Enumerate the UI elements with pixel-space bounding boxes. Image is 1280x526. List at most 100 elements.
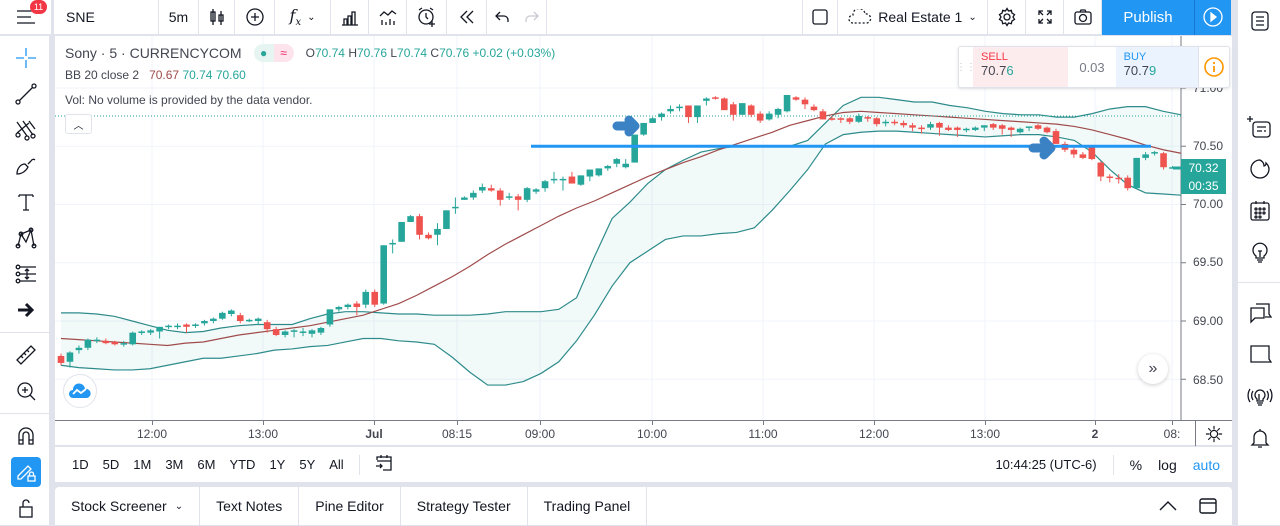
range-button-all[interactable]: All (322, 457, 350, 472)
layout-name-button[interactable]: Real Estate 1 ⌄ (838, 0, 988, 35)
scroll-to-realtime-button[interactable]: » (1138, 354, 1168, 384)
auto-scale-toggle[interactable]: auto (1193, 457, 1220, 473)
financials-button[interactable] (331, 0, 369, 35)
buy-button[interactable]: BUY 70.79 (1115, 47, 1198, 87)
ruler-tool[interactable] (0, 337, 52, 373)
notifications-button[interactable] (1238, 417, 1280, 459)
trend-line-tool[interactable] (0, 76, 52, 112)
chevron-up-icon[interactable] (1158, 500, 1178, 512)
prediction-tool[interactable] (0, 256, 52, 292)
arrow-tool[interactable] (0, 292, 52, 328)
range-button-ytd[interactable]: YTD (222, 457, 262, 472)
text-tool[interactable] (0, 184, 52, 220)
templates-button[interactable] (369, 0, 407, 35)
play-circle-icon (1203, 7, 1223, 27)
tab-strategy-tester[interactable]: Strategy Tester (401, 487, 528, 525)
select-layout-button[interactable] (802, 0, 838, 35)
notification-badge: 11 (30, 0, 47, 14)
candle-body (640, 122, 647, 135)
candle-body (801, 99, 809, 105)
range-button-1y[interactable]: 1Y (262, 457, 292, 472)
range-button-6m[interactable]: 6M (190, 457, 222, 472)
streams-button[interactable] (1238, 375, 1280, 417)
range-button-3m[interactable]: 3M (158, 457, 190, 472)
candle-body (165, 325, 172, 328)
brush-tool[interactable] (0, 148, 52, 184)
hotlists-button[interactable] (1238, 148, 1280, 190)
replay-button[interactable] (447, 0, 487, 35)
buy-label: BUY (1123, 51, 1147, 63)
sell-label: SELL (981, 51, 1008, 63)
collapse-legend-button[interactable]: ︿ (65, 114, 92, 134)
chart-type-button[interactable] (199, 0, 235, 35)
chats-button[interactable] (1238, 291, 1280, 333)
tab-trading-panel[interactable]: Trading Panel (528, 487, 648, 525)
sell-button[interactable]: SELL 70.76 (973, 47, 1069, 87)
gear-icon (1205, 425, 1223, 442)
time-axis[interactable]: 12:00 13:00 Jul 08:15 09:00 10:00 11:00 12:00 13… (55, 420, 1232, 446)
range-button-5y[interactable]: 5Y (292, 457, 322, 472)
news-button[interactable] (1238, 106, 1280, 148)
zoom-tool[interactable] (0, 373, 52, 409)
candle-body (1007, 127, 1015, 130)
candle-body (308, 330, 316, 334)
candle-body (389, 242, 396, 245)
candle-body (846, 118, 854, 122)
goto-date-button[interactable] (368, 454, 400, 475)
magnet-tool[interactable] (0, 418, 52, 454)
fullscreen-button[interactable] (1026, 0, 1064, 35)
crosshair-tool[interactable] (0, 40, 52, 76)
arrow-annotation (612, 115, 640, 137)
candle-body (335, 307, 343, 310)
tab-pine-editor[interactable]: Pine Editor (299, 487, 401, 525)
chart-pane[interactable]: Sony · 5 · CURRENCYCOM ● ≈ O70.74 H70.76… (55, 36, 1232, 445)
settings-button[interactable] (988, 0, 1026, 35)
range-button-5d[interactable]: 5D (96, 457, 127, 472)
candle-body (891, 121, 898, 124)
private-chats-button[interactable] (1238, 333, 1280, 375)
candle-body (667, 108, 674, 112)
candle-body (1052, 131, 1060, 144)
drag-handle[interactable]: ⋮⋮ (956, 47, 976, 87)
lock-drawings-tool[interactable] (0, 454, 52, 490)
percent-scale-toggle[interactable]: % (1130, 457, 1142, 473)
lock-drawings-active (11, 457, 41, 487)
main-menu-button[interactable]: 11 (0, 0, 54, 35)
calendar-button[interactable] (1238, 190, 1280, 232)
candle-body (299, 331, 307, 333)
volume-legend: Vol: No volume is provided by the data v… (65, 93, 313, 107)
time-tick-label: 08: (1163, 427, 1181, 441)
range-button-1d[interactable]: 1D (65, 457, 96, 472)
symbol-search[interactable]: SNE (54, 0, 159, 35)
tradingview-logo-button[interactable] (63, 374, 97, 408)
candle-body (729, 104, 737, 115)
redo-button[interactable] (517, 0, 547, 35)
news-icon (1246, 116, 1271, 138)
ideas-button[interactable] (1238, 232, 1280, 274)
publish-button[interactable]: Publish (1102, 0, 1194, 35)
status-pill[interactable]: ● ≈ (253, 44, 294, 62)
info-button[interactable] (1197, 47, 1229, 87)
indicators-button[interactable]: fx ⌄ (275, 0, 331, 35)
publish-video-button[interactable] (1194, 0, 1232, 35)
bb-legend[interactable]: BB 20 close 2 70.67 70.74 70.60 (65, 68, 246, 82)
alert-button[interactable] (407, 0, 447, 35)
unlock-tool[interactable] (0, 490, 52, 526)
axis-settings-button[interactable] (1195, 421, 1232, 446)
pattern-tool[interactable] (0, 220, 52, 256)
maximize-panel-icon[interactable] (1198, 497, 1218, 515)
pitchfork-tool[interactable] (0, 112, 52, 148)
cloud-logo-icon (69, 383, 91, 398)
log-scale-toggle[interactable]: log (1158, 457, 1177, 473)
time-tick (457, 421, 458, 425)
tab-text-notes[interactable]: Text Notes (200, 487, 300, 525)
watchlist-button[interactable] (1238, 0, 1280, 42)
timezone-clock[interactable]: 10:44:25 (UTC-6) (995, 457, 1096, 472)
tab-stock-screener[interactable]: Stock Screener ⌄ (55, 487, 201, 525)
interval-button[interactable]: 5m (159, 0, 199, 35)
undo-button[interactable] (487, 0, 517, 35)
range-button-1m[interactable]: 1M (126, 457, 158, 472)
compare-button[interactable] (235, 0, 275, 35)
snapshot-button[interactable] (1064, 0, 1102, 35)
